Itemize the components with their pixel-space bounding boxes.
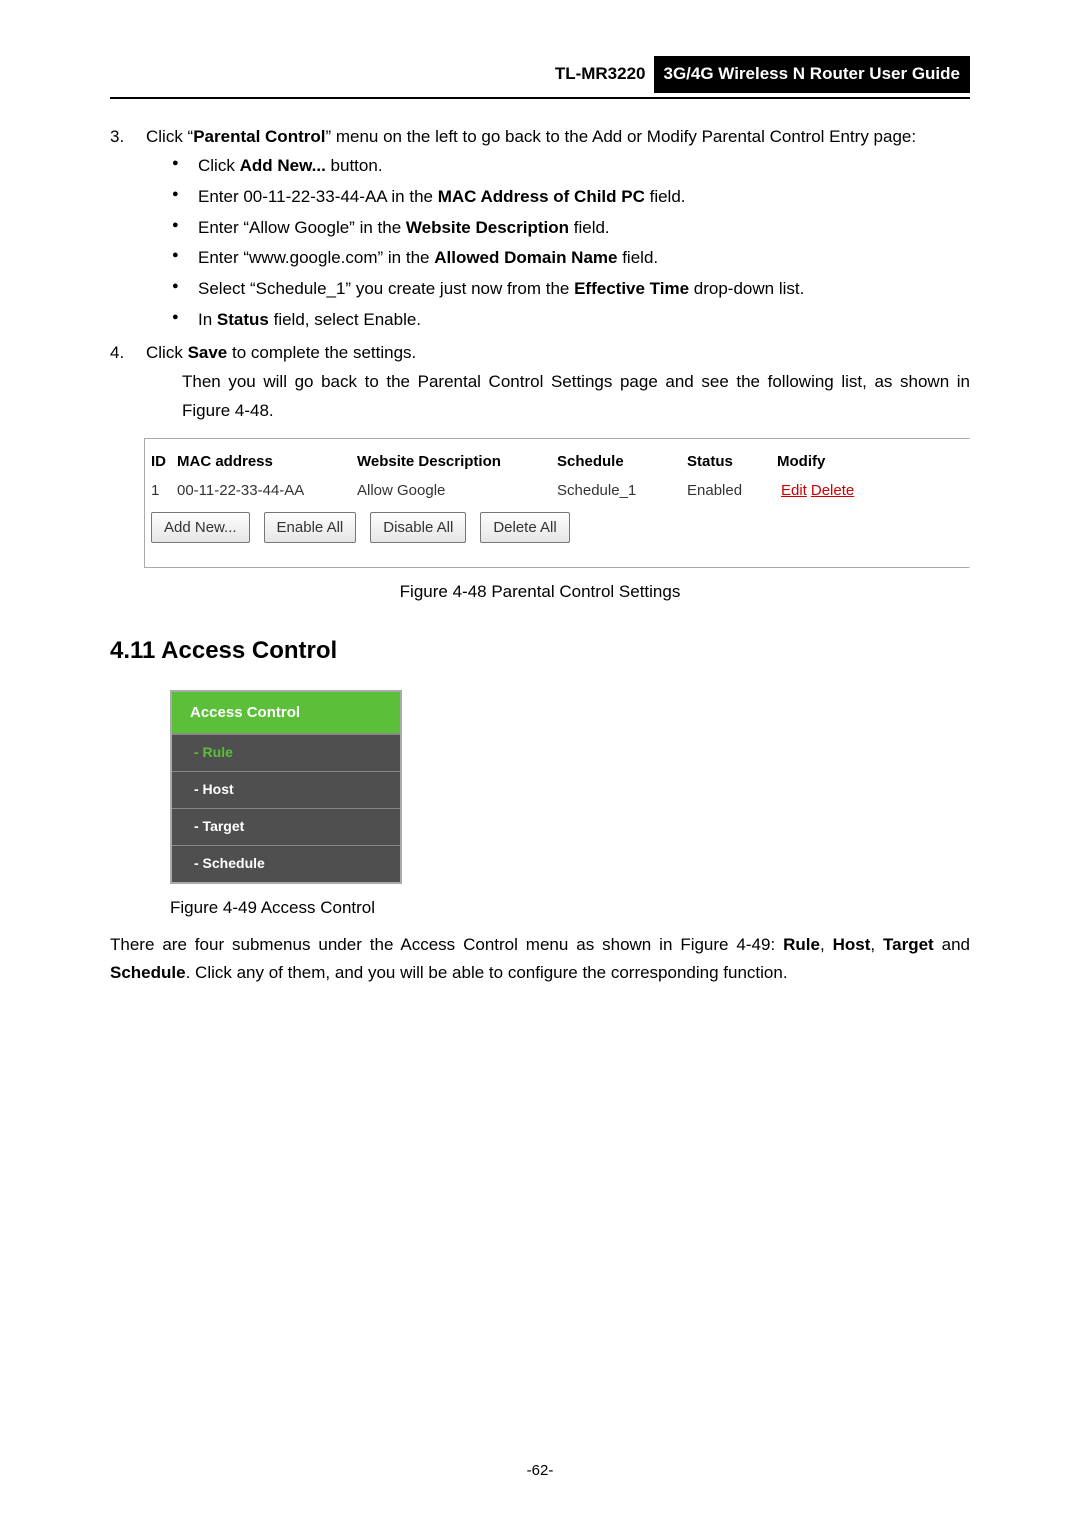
cell-id: 1 <box>151 478 177 504</box>
col-schedule: Schedule <box>557 449 687 475</box>
figure-4-49-caption: Figure 4-49 Access Control <box>170 894 970 923</box>
menu-header[interactable]: Access Control <box>172 692 400 735</box>
figure-4-49: Access Control - Rule - Host - Target - … <box>170 690 970 884</box>
col-desc: Website Description <box>357 449 557 475</box>
bullet-5: In Status field, select Enable. <box>172 306 970 335</box>
page-header: TL-MR3220 3G/4G Wireless N Router User G… <box>110 56 970 99</box>
step4-then: Then you will go back to the Parental Co… <box>182 368 970 426</box>
cell-mac: 00-11-22-33-44-AA <box>177 478 357 504</box>
delete-link[interactable]: Delete <box>811 482 854 499</box>
figure-4-48: ID MAC address Website Description Sched… <box>144 438 970 569</box>
bullet-4: Select “Schedule_1” you create just now … <box>172 275 970 304</box>
col-status: Status <box>687 449 777 475</box>
step3-text-b: Parental Control <box>193 127 325 146</box>
edit-link[interactable]: Edit <box>781 482 807 499</box>
page-number: -62- <box>0 1458 1080 1484</box>
step-4: Click Save to complete the settings. The… <box>146 339 970 426</box>
table-row: 1 00-11-22-33-44-AA Allow Google Schedul… <box>151 476 963 506</box>
cell-desc: Allow Google <box>357 478 557 504</box>
add-new-button[interactable]: Add New... <box>151 512 250 544</box>
col-mac: MAC address <box>177 449 357 475</box>
step3-text-c: ” menu on the left to go back to the Add… <box>325 127 916 146</box>
cell-schedule: Schedule_1 <box>557 478 687 504</box>
section-heading-access-control: 4.11 Access Control <box>110 631 970 672</box>
model-label: TL-MR3220 <box>555 60 654 89</box>
menu-item-host[interactable]: - Host <box>172 771 400 808</box>
access-control-paragraph: There are four submenus under the Access… <box>110 931 970 989</box>
bullet-3: Enter “www.google.com” in the Allowed Do… <box>172 244 970 273</box>
menu-item-rule[interactable]: - Rule <box>172 734 400 771</box>
delete-all-button[interactable]: Delete All <box>480 512 569 544</box>
guide-title: 3G/4G Wireless N Router User Guide <box>654 56 971 93</box>
bullet-0: Click Add New... button. <box>172 152 970 181</box>
cell-status: Enabled <box>687 478 777 504</box>
access-control-menu: Access Control - Rule - Host - Target - … <box>170 690 402 884</box>
menu-item-target[interactable]: - Target <box>172 808 400 845</box>
parental-control-table: ID MAC address Website Description Sched… <box>144 438 970 569</box>
enable-all-button[interactable]: Enable All <box>264 512 357 544</box>
bullet-1: Enter 00-11-22-33-44-AA in the MAC Addre… <box>172 183 970 212</box>
disable-all-button[interactable]: Disable All <box>370 512 466 544</box>
bullet-2: Enter “Allow Google” in the Website Desc… <box>172 214 970 243</box>
col-id: ID <box>151 449 177 475</box>
step3-text-a: Click “ <box>146 127 193 146</box>
figure-4-48-caption: Figure 4-48 Parental Control Settings <box>110 578 970 607</box>
menu-item-schedule[interactable]: - Schedule <box>172 845 400 882</box>
col-modify: Modify <box>777 449 877 475</box>
step-3: Click “Parental Control” menu on the lef… <box>146 123 970 335</box>
